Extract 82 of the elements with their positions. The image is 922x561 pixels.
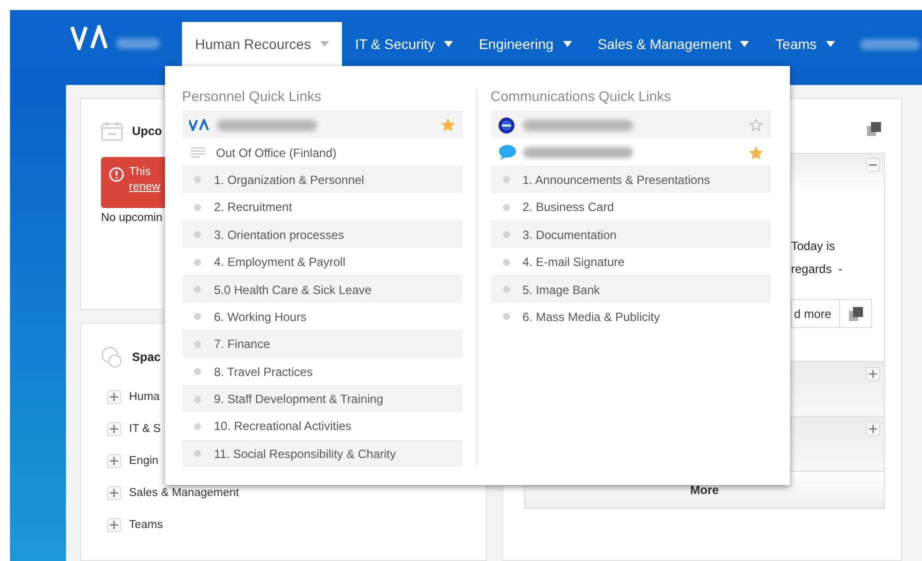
logo-icon (189, 119, 209, 132)
globe-icon (498, 116, 514, 134)
plus-icon (869, 425, 877, 433)
space-link[interactable]: Sales & Management (129, 487, 239, 499)
post-text: Today is (791, 239, 836, 253)
bullet-icon (502, 176, 510, 184)
plus-icon (869, 370, 877, 378)
caret-icon (444, 41, 453, 47)
bullet-icon (502, 313, 510, 320)
plus-icon (110, 425, 118, 433)
alert-text: This (129, 166, 152, 178)
expand-button[interactable] (866, 367, 880, 381)
bullet-icon (194, 313, 201, 320)
column-heading: Personnel Quick Links (182, 88, 322, 106)
alert-icon (109, 167, 124, 182)
renew-link[interactable]: renew (129, 181, 160, 193)
bullet-icon (502, 231, 510, 238)
nav-tab[interactable]: IT & Security (342, 22, 466, 66)
plus-icon (110, 521, 118, 529)
speech-bubble-icon (498, 144, 516, 162)
caret-icon (740, 41, 750, 47)
bullet-icon (194, 258, 201, 266)
space-link[interactable]: IT & S (129, 423, 161, 435)
star-icon[interactable] (749, 146, 763, 160)
quick-link[interactable] (490, 111, 771, 138)
post-text: regards - (791, 262, 844, 276)
quick-link[interactable]: 3. Orientation processes (182, 220, 462, 248)
empty-message: No upcomin (101, 212, 162, 224)
caret-icon (826, 41, 835, 47)
bullet-icon (194, 176, 201, 184)
bullet-icon (502, 204, 510, 211)
caret-icon (320, 41, 329, 47)
quick-link[interactable]: 1. Announcements & Presentations (490, 166, 771, 194)
bullet-icon (194, 286, 201, 294)
nav-tab[interactable]: Human Recources (182, 22, 342, 66)
collapse-button[interactable] (866, 158, 880, 172)
nav-tab[interactable]: Sales & Management (584, 22, 762, 66)
card-title: Upco (132, 124, 162, 138)
plus-icon (110, 457, 118, 465)
plus-icon (110, 393, 118, 401)
expand-button[interactable] (866, 422, 880, 436)
nav-tab[interactable]: Teams (762, 22, 848, 66)
quick-link[interactable]: 5. Image Bank (490, 275, 771, 303)
stack-icon (867, 122, 881, 136)
bullet-icon (194, 204, 201, 211)
space-link[interactable]: Huma (129, 391, 160, 403)
quick-link[interactable]: 5.0 Health Care & Sick Leave (182, 275, 462, 303)
column-heading: Communications Quick Links (490, 88, 672, 106)
quick-link[interactable]: 3. Documentation (490, 220, 771, 248)
circles-icon (101, 346, 123, 368)
bullet-icon (194, 396, 201, 403)
space-link[interactable]: Engin (129, 455, 158, 467)
bullet-icon (502, 258, 510, 266)
quick-link[interactable]: 9. Staff Development & Training (182, 384, 462, 412)
bullet-icon (194, 231, 201, 238)
expand-button[interactable] (107, 486, 121, 500)
quick-link[interactable]: 7. Finance (182, 330, 462, 358)
read-more-button[interactable]: d more (791, 299, 840, 328)
bullet-icon (194, 422, 201, 430)
quick-link[interactable]: 1. Organization & Personnel (182, 166, 462, 194)
quick-link[interactable]: 11. Social Responsibility & Charity (182, 440, 462, 468)
blurred-username (116, 38, 160, 49)
bullet-icon (502, 286, 510, 294)
calendar-icon (101, 121, 123, 141)
logo[interactable] (70, 25, 108, 50)
space-link[interactable]: Teams (129, 519, 163, 531)
nav-tab[interactable]: Engineering (466, 22, 585, 66)
caret-icon (562, 41, 572, 47)
document-lines-icon (191, 147, 205, 158)
star-icon[interactable] (749, 118, 763, 132)
expand-button[interactable] (107, 422, 121, 436)
stack-icon (848, 306, 863, 320)
bullet-icon (194, 368, 201, 376)
star-icon[interactable] (440, 118, 454, 132)
plus-icon (110, 489, 118, 497)
bullet-icon (194, 340, 201, 348)
share-button[interactable] (839, 299, 872, 328)
bullet-icon (194, 450, 201, 458)
expand-button[interactable] (107, 390, 121, 404)
card-title: Spac (132, 350, 161, 364)
expand-button[interactable] (107, 518, 121, 532)
expand-button[interactable] (107, 454, 121, 468)
